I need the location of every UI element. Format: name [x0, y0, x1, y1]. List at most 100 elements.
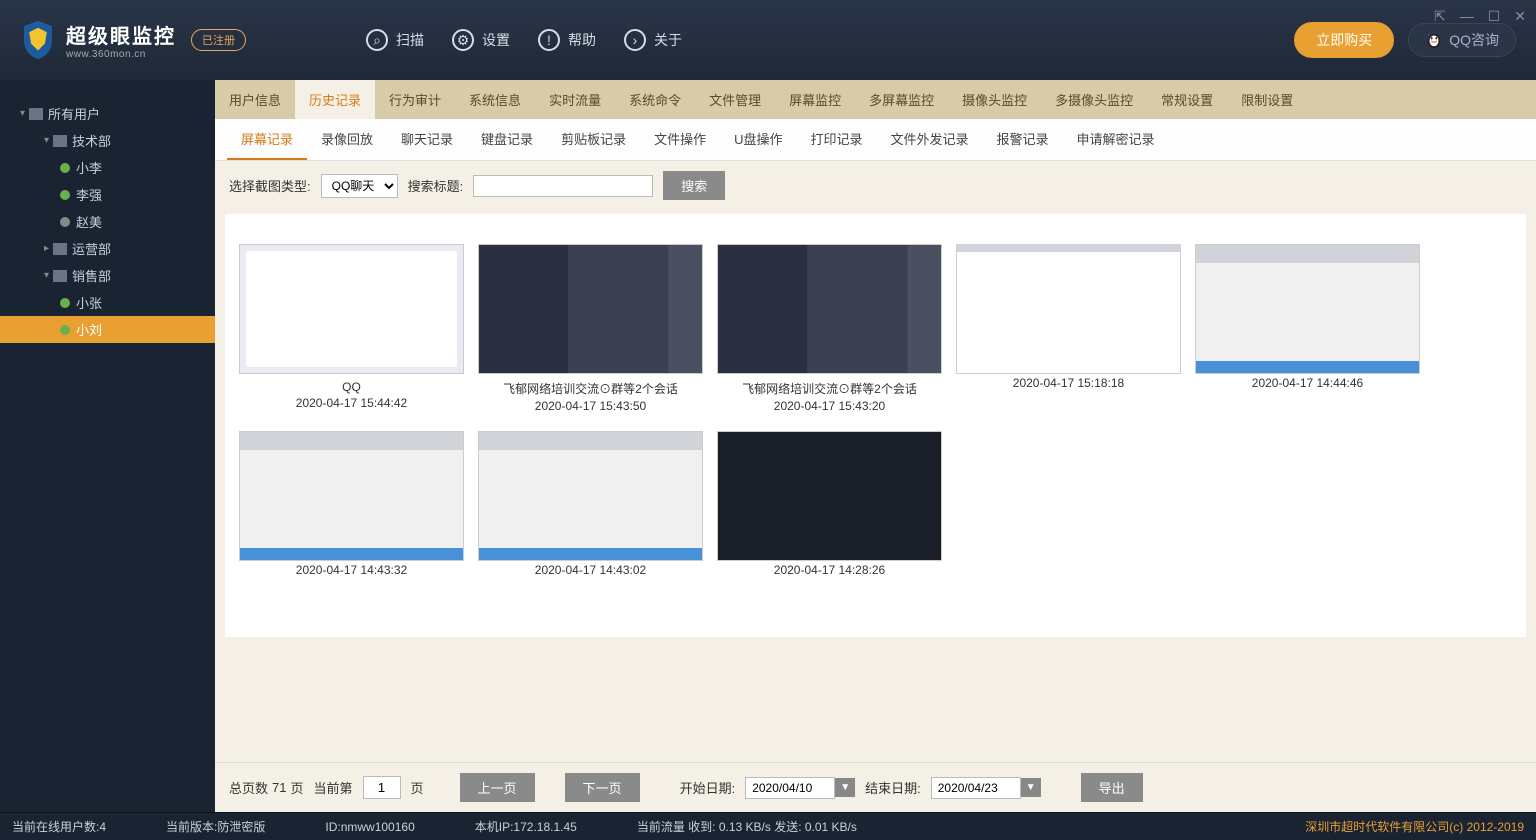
- tab-main-3[interactable]: 系统信息: [455, 80, 535, 119]
- screenshot-timestamp: 2020-04-17 14:28:26: [774, 563, 885, 577]
- start-date-label: 开始日期:: [680, 778, 736, 797]
- screenshot-thumbnail[interactable]: [478, 431, 703, 561]
- prev-page-button[interactable]: 上一页: [460, 773, 535, 802]
- filter-bar: 选择截图类型: QQ聊天 搜索标题: 搜索: [215, 161, 1536, 210]
- screenshot-thumbnail[interactable]: [239, 244, 464, 374]
- chevron-down-icon[interactable]: ▼: [1021, 778, 1041, 797]
- current-page-label: 当前第: [314, 778, 353, 797]
- screenshot-thumbnail[interactable]: [717, 431, 942, 561]
- screenshot-card: 2020-04-17 14:44:46: [1195, 244, 1420, 413]
- app-subtitle: www.360mon.cn: [66, 49, 176, 60]
- search-icon: ⌕: [366, 29, 388, 51]
- app-logo: 超级眼监控 www.360mon.cn 已注册: [20, 19, 246, 61]
- main-tabs: 用户信息历史记录行为审计系统信息实时流量系统命令文件管理屏幕监控多屏幕监控摄像头…: [215, 80, 1536, 119]
- end-date-label: 结束日期:: [865, 778, 921, 797]
- help-button[interactable]: !帮助: [538, 29, 596, 51]
- screenshot-card: 2020-04-17 14:43:32: [239, 431, 464, 577]
- screenshot-card: 2020-04-17 15:18:18: [956, 244, 1181, 413]
- filter-search-label: 搜索标题:: [408, 176, 464, 195]
- tab-main-0[interactable]: 用户信息: [215, 80, 295, 119]
- tree-user[interactable]: 小李: [0, 154, 215, 181]
- user-online-icon: [60, 163, 70, 173]
- screenshot-timestamp: 2020-04-17 14:44:46: [1252, 376, 1363, 390]
- tab-main-2[interactable]: 行为审计: [375, 80, 455, 119]
- tab-sub-0[interactable]: 屏幕记录: [227, 119, 307, 160]
- pagination-bar: 总页数 71 页 当前第 页 上一页 下一页 开始日期: ▼ 结束日期: ▼ 导…: [215, 762, 1536, 812]
- tab-main-7[interactable]: 屏幕监控: [775, 80, 855, 119]
- screenshot-timestamp: 2020-04-17 15:18:18: [1013, 376, 1124, 390]
- tree-root-all-users[interactable]: ▾所有用户: [0, 100, 215, 127]
- screenshot-thumbnail[interactable]: [717, 244, 942, 374]
- search-title-input[interactable]: [473, 175, 653, 197]
- tree-user-selected[interactable]: 小刘: [0, 316, 215, 343]
- tab-sub-10[interactable]: 申请解密记录: [1063, 119, 1169, 160]
- tree-user[interactable]: 赵美: [0, 208, 215, 235]
- tree-user[interactable]: 李强: [0, 181, 215, 208]
- settings-button[interactable]: ⚙设置: [452, 29, 510, 51]
- current-page-input[interactable]: [363, 776, 401, 799]
- user-offline-icon: [60, 217, 70, 227]
- tab-main-8[interactable]: 多屏幕监控: [855, 80, 948, 119]
- export-button[interactable]: 导出: [1081, 773, 1143, 802]
- qq-penguin-icon: [1425, 31, 1443, 49]
- app-title: 超级眼监控: [66, 20, 176, 49]
- scan-button[interactable]: ⌕扫描: [366, 29, 424, 51]
- total-pages-value: 71: [272, 780, 286, 795]
- search-button[interactable]: 搜索: [663, 171, 725, 200]
- tab-main-1[interactable]: 历史记录: [295, 80, 375, 119]
- tree-group-tech[interactable]: ▾技术部: [0, 127, 215, 154]
- screenshot-card: 飞郁网络培训交流⊙群等2个会话 2020-04-17 15:43:50: [478, 244, 703, 413]
- tab-sub-1[interactable]: 录像回放: [307, 119, 387, 160]
- monitor-icon: [53, 243, 67, 255]
- screenshot-thumbnail[interactable]: [956, 244, 1181, 374]
- screenshot-timestamp: 2020-04-17 14:43:02: [535, 563, 646, 577]
- screenshot-timestamp: 2020-04-17 15:43:20: [774, 399, 885, 413]
- buy-now-button[interactable]: 立即购买: [1294, 22, 1394, 58]
- tab-main-5[interactable]: 系统命令: [615, 80, 695, 119]
- collapse-icon: ▾: [44, 270, 49, 281]
- screenshot-thumbnail[interactable]: [239, 431, 464, 561]
- tab-main-9[interactable]: 摄像头监控: [948, 80, 1041, 119]
- popout-icon[interactable]: ⇱: [1434, 8, 1446, 25]
- end-date-input[interactable]: [931, 777, 1021, 799]
- tab-main-10[interactable]: 多摄像头监控: [1041, 80, 1147, 119]
- status-ip: 本机IP:172.18.1.45: [475, 818, 577, 835]
- tab-sub-7[interactable]: 打印记录: [796, 119, 876, 160]
- tab-main-11[interactable]: 常规设置: [1147, 80, 1227, 119]
- registered-badge: 已注册: [191, 29, 246, 51]
- qq-consult-button[interactable]: QQ咨询: [1408, 23, 1516, 57]
- tab-sub-8[interactable]: 文件外发记录: [877, 119, 983, 160]
- tab-main-6[interactable]: 文件管理: [695, 80, 775, 119]
- screenshot-title: 飞郁网络培训交流⊙群等2个会话: [503, 380, 678, 397]
- help-icon: !: [538, 29, 560, 51]
- tree-group-ops[interactable]: ▸运营部: [0, 235, 215, 262]
- status-bar: 当前在线用户数:4 当前版本:防泄密版 ID:nmww100160 本机IP:1…: [0, 812, 1536, 840]
- tab-sub-6[interactable]: U盘操作: [720, 119, 796, 160]
- start-date-input[interactable]: [745, 777, 835, 799]
- tab-sub-3[interactable]: 键盘记录: [467, 119, 547, 160]
- screenshot-thumbnail[interactable]: [478, 244, 703, 374]
- maximize-icon[interactable]: ☐: [1488, 8, 1501, 25]
- tree-user[interactable]: 小张: [0, 289, 215, 316]
- screenshot-timestamp: 2020-04-17 15:43:50: [535, 399, 646, 413]
- total-pages-label: 总页数: [229, 778, 268, 797]
- info-icon: ›: [624, 29, 646, 51]
- chevron-down-icon[interactable]: ▼: [835, 778, 855, 797]
- tab-sub-9[interactable]: 报警记录: [983, 119, 1063, 160]
- tab-sub-4[interactable]: 剪贴板记录: [547, 119, 640, 160]
- user-online-icon: [60, 325, 70, 335]
- close-icon[interactable]: ✕: [1514, 8, 1526, 25]
- tab-sub-2[interactable]: 聊天记录: [387, 119, 467, 160]
- about-button[interactable]: ›关于: [624, 29, 682, 51]
- status-version: 当前版本:防泄密版: [166, 818, 265, 835]
- tab-sub-5[interactable]: 文件操作: [640, 119, 720, 160]
- next-page-button[interactable]: 下一页: [565, 773, 640, 802]
- tab-main-12[interactable]: 限制设置: [1227, 80, 1307, 119]
- tree-group-sales[interactable]: ▾销售部: [0, 262, 215, 289]
- screenshot-type-select[interactable]: QQ聊天: [321, 174, 398, 198]
- screenshot-thumbnail[interactable]: [1195, 244, 1420, 374]
- screenshot-card: 飞郁网络培训交流⊙群等2个会话2020-04-17 15:43:20: [717, 244, 942, 413]
- tab-main-4[interactable]: 实时流量: [535, 80, 615, 119]
- user-online-icon: [60, 190, 70, 200]
- minimize-icon[interactable]: —: [1460, 8, 1474, 25]
